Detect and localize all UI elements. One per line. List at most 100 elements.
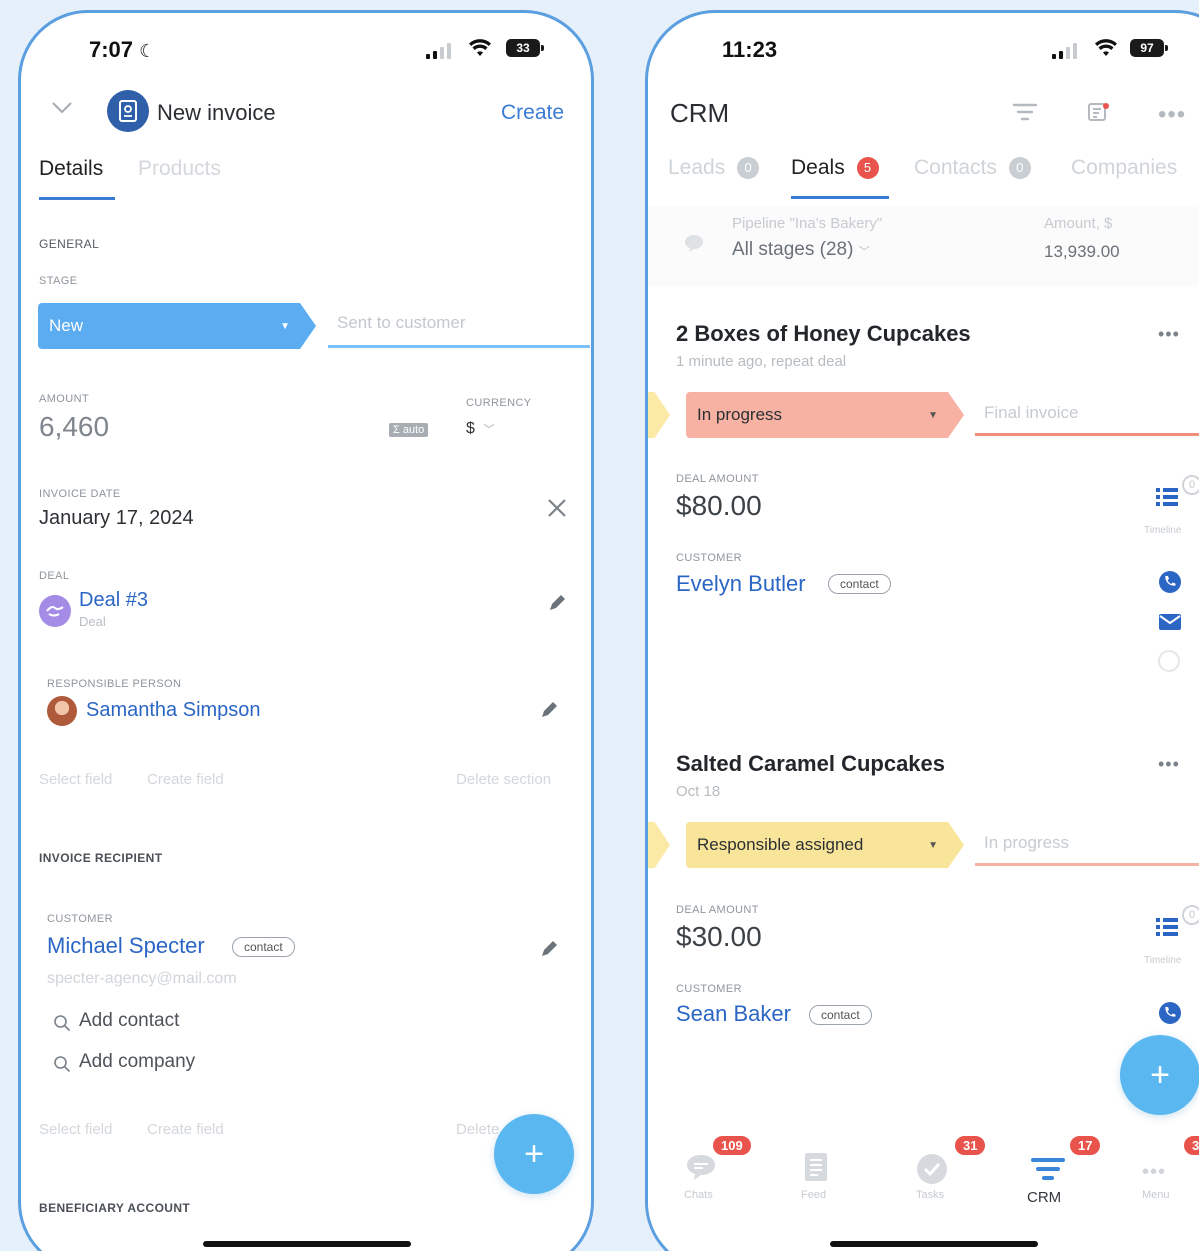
feed-icon[interactable] [802, 1151, 832, 1188]
tab-details[interactable]: Details [39, 157, 103, 181]
more-menu-icon[interactable]: ••• [1158, 324, 1180, 345]
wifi-icon [468, 38, 492, 63]
customer-label: CUSTOMER [47, 913, 113, 925]
chats-icon[interactable] [684, 1153, 718, 1188]
select-field-button[interactable]: Select field [39, 1121, 112, 1138]
add-contact-button[interactable]: Add contact [79, 1010, 179, 1032]
wifi-icon [1094, 38, 1118, 63]
timeline-icon[interactable] [1154, 485, 1180, 514]
responsible-label: RESPONSIBLE PERSON [47, 678, 182, 690]
stage-next-label[interactable]: Final invoice [984, 403, 1079, 423]
create-field-button[interactable]: Create field [147, 771, 224, 788]
tab-contacts-count: 0 [1008, 157, 1031, 179]
page-title: New invoice [157, 100, 276, 125]
stage-label: STAGE [39, 275, 78, 287]
pipeline-stages-select[interactable]: All stages (28) ﹀ [732, 239, 870, 261]
contact-tag: contact [809, 1005, 872, 1025]
deal-link[interactable]: Deal #3 [79, 589, 148, 612]
edit-pencil-icon[interactable] [547, 593, 567, 618]
phone-icon[interactable] [1158, 1001, 1182, 1030]
search-icon [53, 1014, 71, 1037]
edit-pencil-icon[interactable] [539, 939, 559, 964]
tab-contacts[interactable]: Contacts 0 [914, 156, 1031, 180]
customer-label: CUSTOMER [676, 552, 742, 564]
chat-bubble-icon [682, 233, 706, 260]
stage-current-button[interactable]: In progress ▼ [686, 392, 964, 438]
filter-icon[interactable] [1012, 101, 1038, 128]
deal-amount-label: DEAL AMOUNT [676, 904, 759, 916]
kanban-settings-icon[interactable] [1086, 99, 1112, 130]
signal-icon [1052, 43, 1077, 59]
stage-next-label[interactable]: Sent to customer [337, 313, 466, 333]
invoice-date-value[interactable]: January 17, 2024 [39, 507, 194, 530]
menu-dots-icon[interactable]: ••• [1142, 1161, 1166, 1184]
tab-products[interactable]: Products [138, 157, 221, 181]
prev-stage-arrow [648, 822, 670, 868]
phone-icon[interactable] [1158, 570, 1182, 599]
tab-leads[interactable]: Leads 0 [668, 156, 760, 180]
currency-label: CURRENCY [466, 397, 532, 409]
deal-title[interactable]: 2 Boxes of Honey Cupcakes [676, 321, 971, 347]
create-button[interactable]: Create [501, 101, 564, 125]
tab-deals[interactable]: Deals 5 [791, 156, 879, 180]
right-phone-crm-screen: 11:23 97 CRM ••• Leads 0 Deals 5 Contact… [645, 10, 1199, 1251]
close-icon[interactable] [546, 497, 568, 524]
tasks-icon[interactable] [916, 1153, 948, 1190]
stage-current-button[interactable]: Responsible assigned ▼ [686, 822, 964, 868]
amount-label: Amount, $ [1044, 215, 1113, 232]
timeline-icon[interactable] [1154, 915, 1180, 944]
tab-companies[interactable]: Companies [1071, 156, 1177, 180]
tab-leads-label: Leads [668, 156, 726, 179]
chat-icon[interactable] [1158, 650, 1180, 672]
stage-current-button[interactable]: New ▼ [38, 303, 316, 349]
email-icon[interactable] [1158, 613, 1182, 636]
crm-funnel-icon[interactable] [1031, 1157, 1065, 1188]
stage-next-underline [975, 433, 1199, 436]
add-company-button[interactable]: Add company [79, 1051, 195, 1073]
add-fab-button[interactable]: + [1120, 1035, 1199, 1115]
invoice-date-label: INVOICE DATE [39, 488, 121, 500]
deal-title[interactable]: Salted Caramel Cupcakes [676, 751, 945, 777]
contact-tag: contact [828, 574, 891, 594]
invoice-icon [107, 90, 149, 132]
responsible-person-link[interactable]: Samantha Simpson [86, 699, 261, 722]
contact-tag: contact [232, 937, 295, 957]
crm-badge: 17 [1068, 1134, 1103, 1157]
prev-stage-arrow [648, 392, 670, 438]
tab-leads-count: 0 [737, 157, 760, 179]
select-field-button[interactable]: Select field [39, 771, 112, 788]
battery-icon: 97 [1130, 39, 1168, 57]
pipeline-stages-label: All stages (28) [732, 239, 854, 260]
amount-value[interactable]: 6,460 [39, 411, 109, 443]
section-beneficiary-title: BENEFICIARY ACCOUNT [39, 1201, 191, 1215]
caret-down-icon: ▼ [280, 321, 290, 332]
auto-sum-tag: Σ auto [389, 423, 429, 437]
customer-link[interactable]: Michael Specter [47, 933, 205, 959]
create-field-button[interactable]: Create field [147, 1121, 224, 1138]
search-icon [53, 1055, 71, 1078]
page-title: CRM [670, 98, 730, 128]
more-menu-icon[interactable]: ••• [1158, 101, 1186, 129]
chevron-down-icon[interactable] [51, 99, 73, 120]
timeline-label: Timeline [1144, 955, 1182, 966]
customer-email: specter-agency@mail.com [47, 970, 237, 987]
add-fab-button[interactable]: + [494, 1114, 574, 1194]
tab-contacts-label: Contacts [914, 156, 997, 179]
deal-amount-label: DEAL AMOUNT [676, 473, 759, 485]
timeline-count: 0 [1182, 905, 1199, 925]
delete-section-button[interactable]: Delete section [456, 771, 551, 788]
stage-current-label: New [49, 316, 84, 335]
pipeline-bar[interactable]: Pipeline "Ina's Bakery" All stages (28) … [648, 205, 1199, 287]
amount-total: 13,939.00 [1044, 242, 1120, 261]
customer-link[interactable]: Evelyn Butler [676, 571, 806, 597]
stage-next-label[interactable]: In progress [984, 833, 1069, 853]
customer-link[interactable]: Sean Baker [676, 1001, 791, 1027]
battery-icon: 33 [506, 39, 544, 57]
left-phone-invoice-screen: 7:07 ☾ 33 New invoice Create Details Pro… [18, 10, 594, 1251]
handshake-icon [39, 595, 71, 627]
deal-subtitle: Oct 18 [676, 783, 721, 800]
edit-pencil-icon[interactable] [539, 700, 559, 725]
nav-crm-label: CRM [1027, 1189, 1062, 1206]
currency-select[interactable]: $ ﹀ [466, 420, 494, 438]
more-menu-icon[interactable]: ••• [1158, 754, 1180, 775]
